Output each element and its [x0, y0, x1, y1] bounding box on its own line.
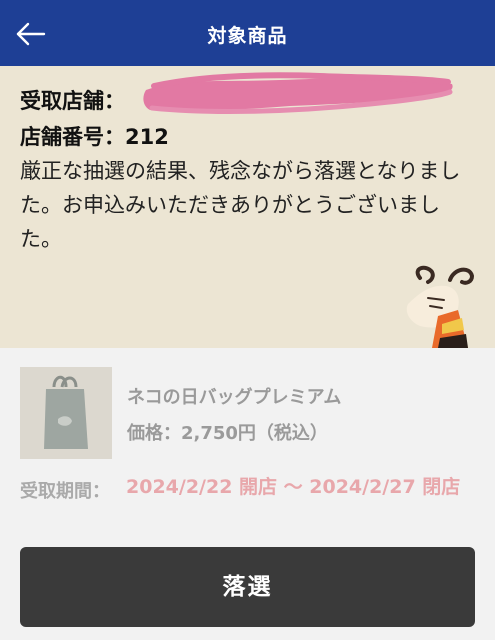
lottery-status-button[interactable]: 落選	[20, 547, 475, 627]
store-number: 212	[125, 125, 169, 149]
page-title: 対象商品	[207, 25, 288, 47]
price-row: 価格：2,750円（税込）	[127, 419, 328, 445]
redaction-mark	[143, 72, 453, 114]
tote-bag-icon	[20, 367, 112, 459]
store-number-row: 店舗番号：212	[20, 121, 169, 151]
goat-mascot-icon	[406, 265, 475, 348]
price-value: 2,750円（税込）	[181, 423, 328, 444]
product-image	[20, 367, 112, 459]
app-header: 対象商品	[0, 0, 495, 66]
store-number-label: 店舗番号：	[20, 125, 125, 149]
pickup-period-label: 受取期間：	[20, 481, 110, 502]
pickup-period-value: 2024/2/22 開店 〜 2024/2/27 閉店	[126, 476, 461, 498]
price-label: 価格：	[127, 423, 181, 444]
result-message: 厳正な抽選の結果、残念ながら落選となりました。お申込みいただきありがとうございま…	[20, 159, 461, 251]
product-name: ネコの日バッグプレミアム	[127, 387, 342, 408]
store-label: 受取店舗：	[20, 89, 125, 113]
